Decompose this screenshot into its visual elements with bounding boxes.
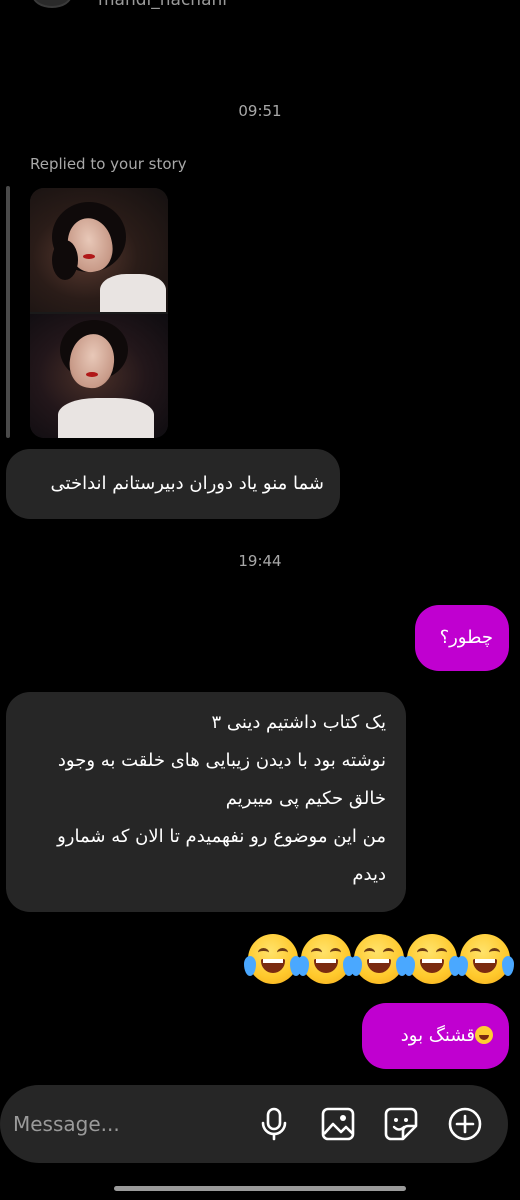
- message-line: نوشته بود با دیدن زیبایی های خلقت به وجو…: [57, 750, 386, 771]
- laughing-emoji-icon: [475, 1026, 493, 1044]
- home-indicator[interactable]: [114, 1186, 406, 1191]
- avatar[interactable]: [32, 0, 72, 8]
- message-line: دیدم: [352, 864, 386, 885]
- gallery-icon[interactable]: [320, 1106, 356, 1142]
- message-input[interactable]: [13, 1111, 243, 1137]
- sticker-icon[interactable]: [383, 1106, 419, 1142]
- laughing-emoji-icon: [297, 934, 355, 984]
- replied-to-story-label: Replied to your story: [30, 155, 187, 173]
- message-line: من این موضوع رو نفهمیدم تا الان که شمارو: [57, 826, 386, 847]
- plus-circle-icon[interactable]: [447, 1106, 483, 1142]
- microphone-icon[interactable]: [256, 1106, 292, 1142]
- timestamp-2: 19:44: [238, 552, 282, 570]
- incoming-message-2[interactable]: یک کتاب داشتیم دینی ۳ نوشته بود با دیدن …: [6, 692, 406, 912]
- message-line: یک کتاب داشتیم دینی ۳: [211, 712, 386, 733]
- outgoing-message-2[interactable]: قشنگ بود: [362, 1003, 509, 1069]
- laughing-emoji-icon: [456, 934, 514, 984]
- laughing-emoji-icon: [403, 934, 461, 984]
- laughing-emoji-icon: [350, 934, 408, 984]
- message-line: خالق حکیم پی میبریم: [225, 788, 386, 809]
- header-username[interactable]: mahdi_hachani: [98, 0, 227, 10]
- message-composer: [0, 1085, 508, 1163]
- message-text: شما منو یاد دوران دبیرستانم انداختی: [50, 473, 324, 494]
- story-preview[interactable]: [30, 188, 168, 438]
- message-text: قشنگ بود: [378, 1003, 493, 1069]
- story-photo-bottom: [30, 314, 168, 438]
- laughing-emoji-icon: [244, 934, 302, 984]
- outgoing-message-1[interactable]: چطور؟: [415, 605, 509, 671]
- chat-header: mahdi_hachani: [0, 0, 520, 10]
- message-text: چطور؟: [439, 627, 493, 648]
- story-photo-top: [30, 188, 168, 312]
- reply-indicator-bar: [6, 186, 10, 438]
- timestamp-1: 09:51: [238, 102, 282, 120]
- emoji-message[interactable]: [244, 934, 514, 984]
- incoming-message-1[interactable]: شما منو یاد دوران دبیرستانم انداختی: [6, 449, 340, 519]
- message-text-content: قشنگ بود: [400, 1025, 475, 1046]
